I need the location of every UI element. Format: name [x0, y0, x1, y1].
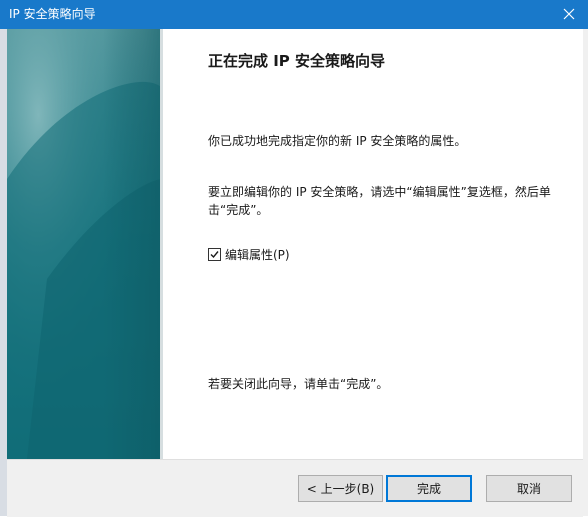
wizard-side-image: [7, 29, 163, 459]
right-border: [583, 29, 588, 516]
cancel-button[interactable]: 取消: [486, 475, 572, 502]
finish-button[interactable]: 完成: [386, 475, 472, 502]
checkbox-box[interactable]: [208, 248, 221, 261]
background-window-edge: [0, 29, 7, 516]
page-title: 正在完成 IP 安全策略向导: [208, 52, 386, 70]
completed-message: 你已成功地完成指定你的新 IP 安全策略的属性。: [208, 134, 467, 148]
close-instructions: 若要关闭此向导，请单击“完成”。: [208, 377, 389, 391]
edit-properties-label: 编辑属性(P): [225, 248, 290, 262]
edit-properties-checkbox[interactable]: 编辑属性(P): [208, 246, 290, 263]
wizard-content: 正在完成 IP 安全策略向导 你已成功地完成指定你的新 IP 安全策略的属性。 …: [163, 29, 583, 459]
back-button[interactable]: < 上一步(B): [298, 475, 383, 502]
title-bar: IP 安全策略向导: [0, 0, 588, 29]
window-title: IP 安全策略向导: [9, 7, 96, 21]
checkmark-icon: [210, 251, 219, 259]
close-icon[interactable]: [556, 2, 582, 26]
edit-instructions: 要立即编辑你的 IP 安全策略，请选中“编辑属性”复选框，然后单击“完成”。: [208, 185, 551, 217]
